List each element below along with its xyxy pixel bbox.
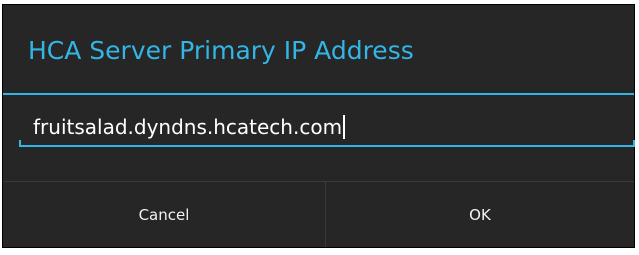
ok-button-label: OK bbox=[469, 205, 491, 224]
dialog-button-bar: Cancel OK bbox=[3, 181, 634, 247]
ok-button[interactable]: OK bbox=[326, 182, 634, 247]
input-underline bbox=[19, 145, 635, 147]
text-cursor bbox=[343, 115, 346, 139]
ip-address-input[interactable]: fruitsalad.dyndns.hcatech.com bbox=[33, 114, 346, 140]
dialog-title: HCA Server Primary IP Address bbox=[28, 36, 414, 65]
ip-address-dialog: HCA Server Primary IP Address fruitsalad… bbox=[2, 4, 635, 248]
title-divider bbox=[3, 93, 634, 95]
dialog-header: HCA Server Primary IP Address bbox=[3, 5, 634, 93]
ip-address-value: fruitsalad.dyndns.hcatech.com bbox=[33, 115, 343, 139]
input-underline-right-tick bbox=[633, 140, 635, 147]
ip-address-field[interactable]: fruitsalad.dyndns.hcatech.com bbox=[19, 108, 635, 148]
cancel-button-label: Cancel bbox=[138, 205, 190, 224]
cancel-button[interactable]: Cancel bbox=[3, 182, 325, 247]
